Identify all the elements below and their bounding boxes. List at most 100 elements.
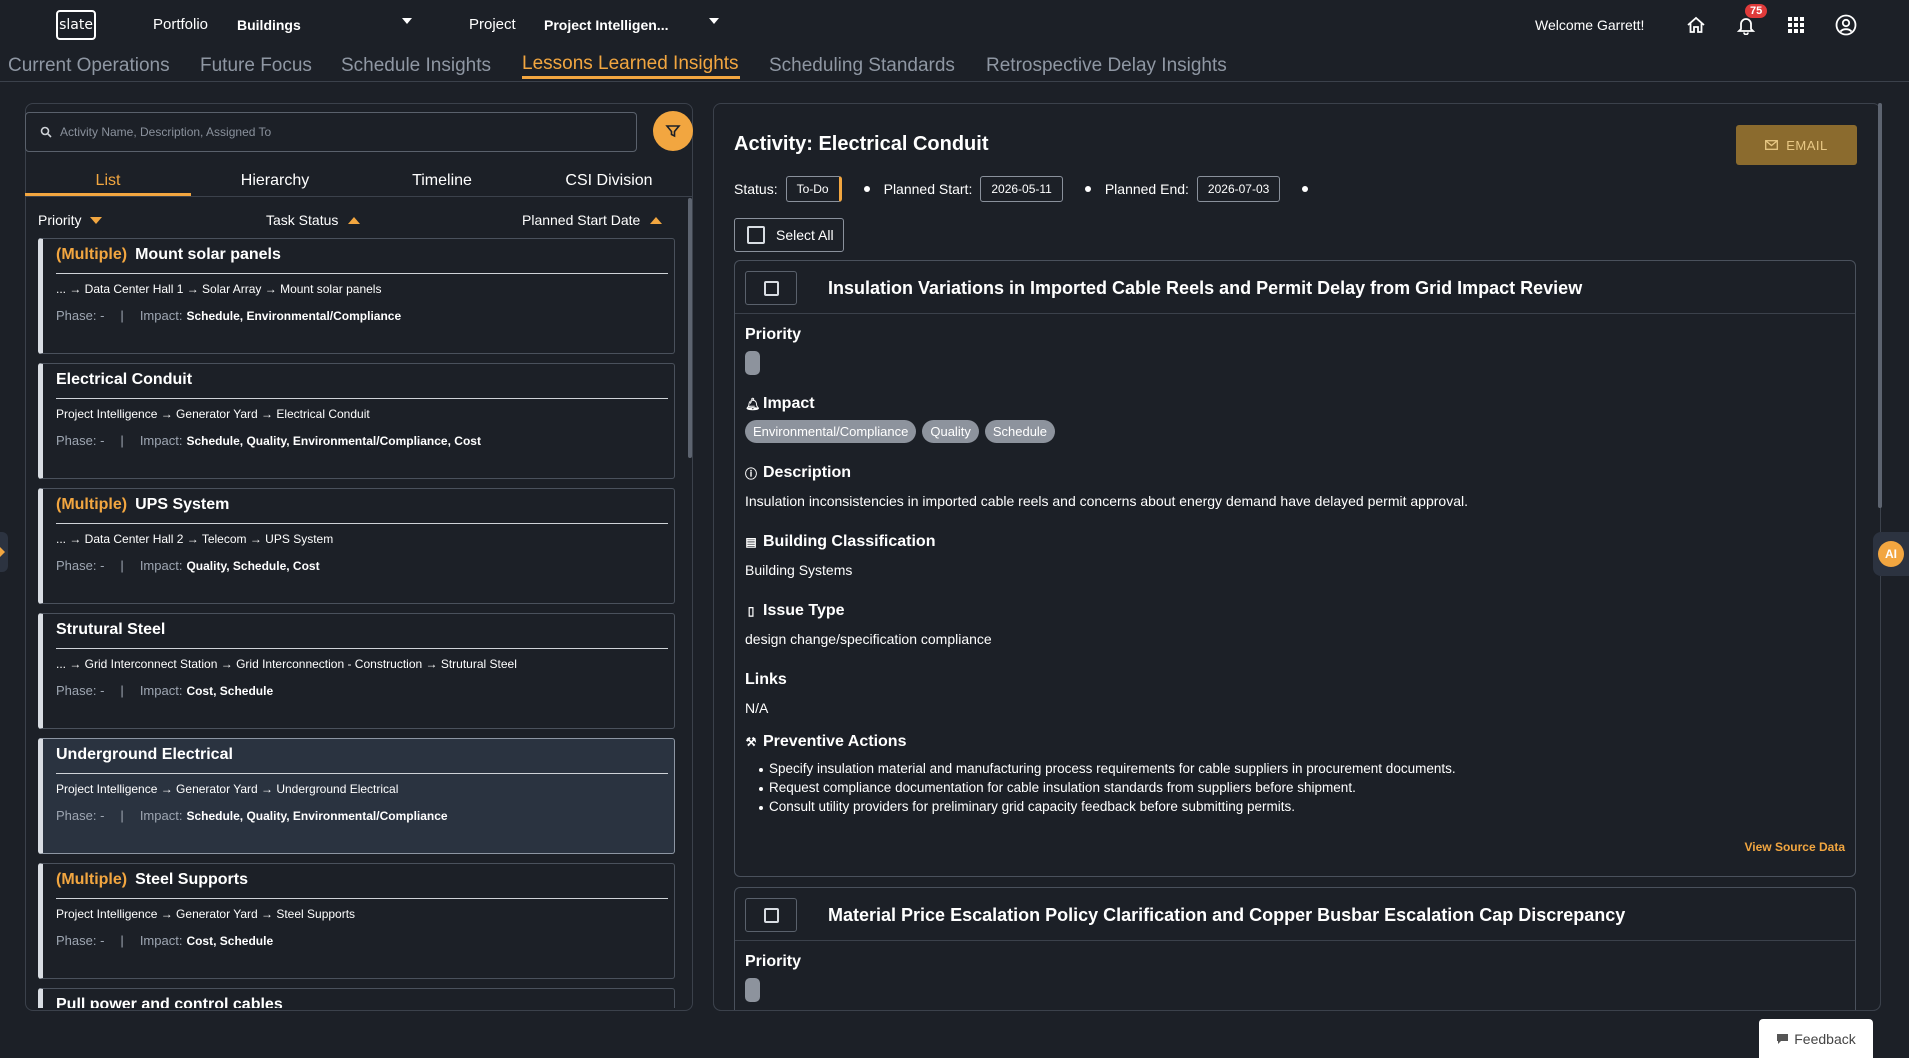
card-title: Strutural Steel [56, 621, 668, 649]
view-source-link[interactable]: View Source Data [1745, 840, 1846, 854]
card-phase: Phase: - | Impact: Cost, Schedule [56, 933, 274, 948]
card-title: Electrical Conduit [56, 371, 668, 399]
lesson-checkbox[interactable] [745, 898, 797, 932]
portfolio-select[interactable]: Buildings [237, 17, 301, 33]
home-icon[interactable] [1684, 13, 1708, 37]
slate-logo[interactable]: slate [56, 10, 96, 40]
card-title-text: Electrical Conduit [56, 371, 193, 388]
building-heading-text: Building Classification [763, 533, 936, 550]
separator-dot [1302, 186, 1309, 192]
tab-schedule-insights[interactable]: Schedule Insights [341, 55, 491, 77]
activity-card[interactable]: Electrical Conduit Project Intelligence … [38, 363, 675, 479]
search-placeholder: Activity Name, Description, Assigned To [60, 125, 272, 139]
panel-bottom-mask [713, 1011, 1881, 1058]
portfolio-label: Portfolio [153, 16, 209, 33]
phase-label: Phase: - [56, 433, 105, 448]
search-icon [40, 126, 52, 138]
checkbox-icon [747, 226, 765, 244]
apps-grid-icon[interactable] [1784, 13, 1808, 37]
activity-card[interactable]: Pull power and control cables [38, 988, 675, 1008]
impact-chip: Environmental/Compliance [745, 420, 917, 443]
tab-csi-division[interactable]: CSI Division [526, 172, 692, 190]
tab-timeline[interactable]: Timeline [359, 172, 525, 190]
sort-task-status[interactable]: Task Status [266, 212, 361, 228]
feedback-button[interactable]: Feedback [1759, 1019, 1873, 1058]
tab-retrospective-delay-insights[interactable]: Retrospective Delay Insights [986, 55, 1227, 77]
planned-end-value: 2026-07-03 [1196, 176, 1281, 202]
phase-label: Phase: - [56, 808, 105, 823]
chevron-down-icon[interactable] [709, 18, 719, 24]
separator-dot [863, 186, 870, 192]
list-item: Consult utility providers for preliminar… [745, 799, 1456, 814]
impact-chip: Quality [922, 420, 979, 443]
impact-value: Quality, Schedule, Cost [186, 559, 320, 573]
card-phase: Phase: - | Impact: Schedule, Quality, Envir… [56, 808, 448, 823]
tab-current-operations[interactable]: Current Operations [8, 55, 170, 77]
project-label: Project [469, 16, 516, 33]
preventive-list: Specify insulation material and manufact… [745, 761, 1456, 818]
card-path: ... → Grid Interconnect Station → Grid I… [56, 657, 517, 671]
select-all-checkbox[interactable]: Select All [734, 218, 844, 252]
description-text: Insulation inconsistencies in imported c… [745, 493, 1468, 509]
impact-label: Impact: [139, 683, 183, 698]
sort-priority[interactable]: Priority [38, 212, 102, 228]
phase-label: Phase: - [56, 308, 105, 323]
email-button-label: EMAIL [1786, 137, 1828, 153]
email-button[interactable]: EMAIL [1736, 125, 1857, 165]
lesson-title: Insulation Variations in Imported Cable … [828, 278, 1583, 298]
preventive-heading: ⚒ Preventive Actions [745, 733, 907, 751]
card-title-text: Steel Supports [135, 871, 248, 888]
card-title-text: Strutural Steel [56, 621, 166, 638]
activity-card-selected[interactable]: Underground Electrical Project Intellige… [38, 738, 675, 854]
card-title-text: Pull power and control cables [56, 996, 283, 1008]
tab-scheduling-standards[interactable]: Scheduling Standards [769, 55, 955, 77]
list-item: Request compliance documentation for cab… [745, 780, 1456, 795]
activity-card[interactable]: Strutural Steel ... → Grid Interconnect … [38, 613, 675, 729]
project-select[interactable]: Project Intelligen... [544, 17, 668, 33]
issue-type-heading: ▯ Issue Type [745, 602, 845, 620]
chevron-down-icon[interactable] [402, 18, 412, 24]
activity-list: (Multiple) Mount solar panels ... → Data … [38, 238, 676, 1008]
main-tabs: Current Operations Future Focus Schedule… [0, 52, 1909, 82]
card-multiple-tag: (Multiple) [56, 496, 128, 513]
filter-button[interactable] [653, 111, 693, 151]
phase-label: Phase: - [56, 558, 105, 573]
building-heading: ▤ Building Classification [745, 533, 935, 551]
select-all-label: Select All [776, 227, 834, 243]
impact-chip: Schedule [984, 420, 1056, 443]
sort-planned-start[interactable]: Planned Start Date [522, 212, 663, 228]
card-path: ... → Data Center Hall 1 → Solar Array →… [56, 282, 382, 296]
issue-type-heading-text: Issue Type [763, 602, 845, 619]
notification-badge: 75 [1745, 4, 1768, 18]
list-scrollbar[interactable] [688, 198, 692, 458]
activity-card[interactable]: (Multiple) Steel Supports Project Intelli… [38, 863, 675, 979]
impact-label: Impact: [139, 808, 183, 823]
search-input[interactable]: Activity Name, Description, Assigned To [25, 112, 637, 152]
lesson-header: Material Price Escalation Policy Clarifi… [735, 888, 1855, 941]
ai-assistant-button[interactable]: AI [1873, 532, 1909, 576]
user-icon[interactable] [1834, 13, 1858, 37]
tab-list[interactable]: List [25, 172, 191, 190]
detail-scrollbar[interactable] [1878, 103, 1882, 508]
tab-lessons-learned-insights[interactable]: Lessons Learned Insights [522, 53, 739, 75]
card-phase: Phase: - | Impact: Schedule, Environmental/… [56, 308, 402, 323]
planned-end-label: Planned End: [1104, 181, 1189, 197]
planned-start-label: Planned Start: [883, 181, 973, 197]
activity-card[interactable]: (Multiple) UPS System ... → Data Center H… [38, 488, 675, 604]
activity-card[interactable]: (Multiple) Mount solar panels ... → Data … [38, 238, 675, 354]
issue-icon: ▯ [747, 604, 755, 618]
lesson-checkbox[interactable] [745, 271, 797, 305]
building-icon: ▤ [745, 535, 757, 549]
sort-asc-icon [650, 216, 663, 224]
phase-label: Phase: - [56, 933, 105, 948]
tab-hierarchy[interactable]: Hierarchy [192, 172, 358, 190]
description-heading: ⓘ Description [745, 464, 851, 482]
tab-future-focus[interactable]: Future Focus [200, 55, 312, 77]
impact-value: Schedule, Quality, Environmental/Complia… [186, 434, 481, 448]
expand-sidebar-handle[interactable] [0, 532, 8, 572]
card-path: Project Intelligence → Generator Yard → … [56, 782, 399, 796]
ai-icon: AI [1878, 541, 1904, 567]
impact-label: Impact: [139, 558, 183, 573]
card-title-text: Underground Electrical [56, 746, 233, 763]
card-phase: Phase: - | Impact: Schedule, Quality, Envir… [56, 433, 481, 448]
